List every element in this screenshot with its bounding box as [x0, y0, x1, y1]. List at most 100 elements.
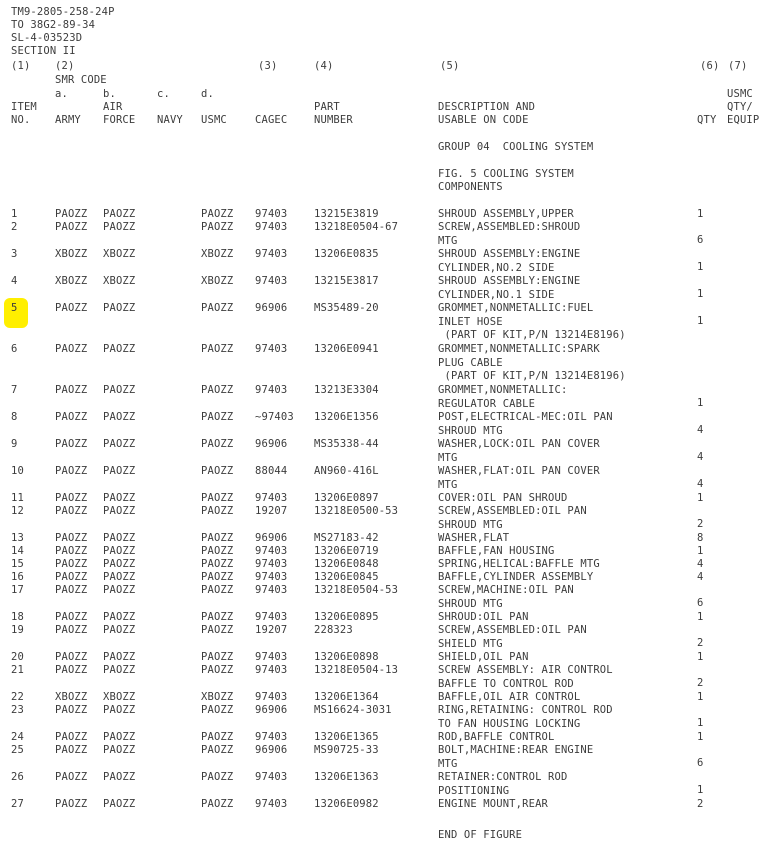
smr-usmc-cell: XBOZZ — [201, 691, 234, 703]
smr-sub-c: c. — [157, 88, 170, 100]
smr-army-cell: PAOZZ — [55, 624, 88, 636]
qty-cell: 1 — [697, 717, 704, 729]
end-of-figure: END OF FIGURE — [438, 829, 523, 841]
smr-usmc-cell: PAOZZ — [201, 532, 234, 544]
smr-airforce-cell: PAOZZ — [103, 558, 136, 570]
smr-army-cell: PAOZZ — [55, 731, 88, 743]
qty-cell: 1 — [697, 208, 704, 220]
description-line: SCREW,MACHINE:OIL PAN — [438, 584, 574, 596]
description-line: GROMMET,NONMETALLIC:FUEL — [438, 302, 594, 314]
part-number-cell: 13206E0897 — [314, 492, 379, 504]
part-number-cell: MS35338-44 — [314, 438, 379, 450]
header-qty: QTY — [697, 114, 717, 126]
figure-title-l2: COMPONENTS — [438, 181, 503, 193]
qty-cell: 1 — [697, 397, 704, 409]
smr-army-cell: XBOZZ — [55, 691, 88, 703]
smr-army-cell: PAOZZ — [55, 558, 88, 570]
header-part-line1: PART — [314, 101, 340, 113]
smr-army-cell: PAOZZ — [55, 411, 88, 423]
group-title: GROUP 04 COOLING SYSTEM — [438, 141, 594, 153]
smr-airforce-cell: PAOZZ — [103, 505, 136, 517]
description-line: REGULATOR CABLE — [438, 397, 536, 410]
smr-army-cell: PAOZZ — [55, 704, 88, 716]
item-number-cell: 19 — [11, 624, 24, 636]
smr-army-cell: PAOZZ — [55, 492, 88, 504]
smr-usmc-cell: PAOZZ — [201, 343, 234, 355]
item-number-cell: 8 — [11, 411, 18, 423]
smr-airforce-cell: PAOZZ — [103, 798, 136, 810]
qty-cell: 4 — [697, 558, 704, 570]
item-number-cell: 14 — [11, 545, 24, 557]
item-number-cell: 1 — [11, 208, 18, 220]
cagec-cell: 19207 — [255, 505, 288, 517]
item-number-cell: 12 — [11, 505, 24, 517]
smr-airforce-cell: PAOZZ — [103, 545, 136, 557]
description-line: SCREW,ASSEMBLED:OIL PAN — [438, 624, 587, 636]
description-line: INLET HOSE — [438, 315, 503, 328]
part-number-cell: 13218E0500-53 — [314, 505, 399, 517]
part-number-cell: 13206E0898 — [314, 651, 379, 663]
description-line: BAFFLE,CYLINDER ASSEMBLY — [438, 571, 594, 583]
smr-airforce-cell: XBOZZ — [103, 248, 136, 260]
part-number-cell: 13215E3819 — [314, 208, 379, 220]
smr-usmc-cell: PAOZZ — [201, 798, 234, 810]
item-number-cell: 4 — [11, 275, 18, 287]
smr-army-cell: PAOZZ — [55, 221, 88, 233]
sl-number: SL-4-03523D — [11, 32, 83, 44]
smr-army-cell: PAOZZ — [55, 505, 88, 517]
smr-sub-a: a. — [55, 88, 68, 100]
column-number-6: (6) — [700, 60, 720, 72]
part-number-cell: 13206E0895 — [314, 611, 379, 623]
description-line: SHIELD MTG — [438, 637, 503, 650]
item-number-cell: 6 — [11, 343, 18, 355]
qty-cell: 4 — [697, 571, 704, 583]
smr-airforce-cell: PAOZZ — [103, 651, 136, 663]
description-line: ENGINE MOUNT,REAR — [438, 798, 549, 810]
qty-cell: 1 — [697, 288, 704, 300]
description-line: SPRING,HELICAL:BAFFLE MTG — [438, 558, 600, 570]
cagec-cell: 97403 — [255, 651, 288, 663]
header-cagec: CAGEC — [255, 114, 288, 126]
part-number-cell: 13206E1365 — [314, 731, 379, 743]
smr-army-cell: PAOZZ — [55, 302, 88, 314]
description-line: BAFFLE TO CONTROL ROD — [438, 677, 574, 690]
section-label: SECTION II — [11, 45, 76, 57]
description-line: SHROUD MTG — [438, 424, 503, 437]
cagec-cell: 97403 — [255, 545, 288, 557]
smr-airforce-cell: XBOZZ — [103, 691, 136, 703]
cagec-cell: 97403 — [255, 798, 288, 810]
smr-airforce-cell: PAOZZ — [103, 731, 136, 743]
description-line: SHROUD MTG — [438, 518, 503, 531]
description-line: ROD,BAFFLE CONTROL — [438, 731, 555, 743]
description-line: BOLT,MACHINE:REAR ENGINE — [438, 744, 594, 756]
cagec-cell: 97403 — [255, 611, 288, 623]
smr-airforce-cell: PAOZZ — [103, 771, 136, 783]
description-line: WASHER,FLAT:OIL PAN COVER — [438, 465, 600, 477]
item-number-cell: 5 — [11, 302, 18, 314]
part-number-cell: MS27183-42 — [314, 532, 379, 544]
smr-airforce-cell: PAOZZ — [103, 532, 136, 544]
cagec-cell: 97403 — [255, 343, 288, 355]
smr-usmc-cell: PAOZZ — [201, 558, 234, 570]
description-line: SHIELD,OIL PAN — [438, 651, 529, 663]
smr-airforce-cell: PAOZZ — [103, 611, 136, 623]
smr-usmc-cell: PAOZZ — [201, 492, 234, 504]
item-number-cell: 9 — [11, 438, 18, 450]
cagec-cell: 96906 — [255, 302, 288, 314]
item-number-cell: 26 — [11, 771, 24, 783]
smr-sub-d: d. — [201, 88, 214, 100]
description-line: BAFFLE,FAN HOUSING — [438, 545, 555, 557]
smr-airforce-cell: PAOZZ — [103, 411, 136, 423]
smr-army-cell: PAOZZ — [55, 384, 88, 396]
column-number-2: (2) — [55, 60, 75, 72]
smr-airforce-cell: PAOZZ — [103, 704, 136, 716]
smr-army-cell: PAOZZ — [55, 584, 88, 596]
smr-airforce-cell: PAOZZ — [103, 492, 136, 504]
figure-title-l1: FIG. 5 COOLING SYSTEM — [438, 168, 574, 180]
description-line: SHROUD MTG — [438, 597, 503, 610]
smr-airforce-cell: PAOZZ — [103, 438, 136, 450]
item-number-cell: 10 — [11, 465, 24, 477]
smr-army-cell: PAOZZ — [55, 771, 88, 783]
description-line: SHROUD ASSEMBLY,UPPER — [438, 208, 574, 220]
smr-army-cell: PAOZZ — [55, 343, 88, 355]
